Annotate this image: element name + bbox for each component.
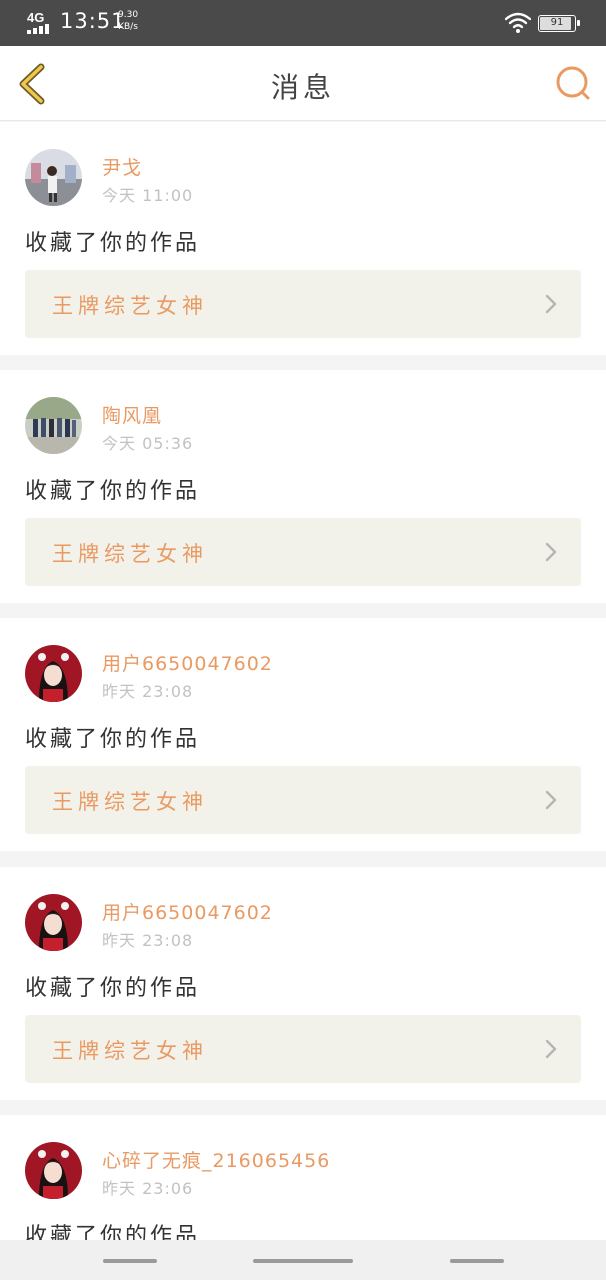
timestamp: 今天 05:36	[102, 434, 194, 453]
work-link[interactable]: 王牌综艺女神	[25, 766, 581, 834]
nav-home-handle[interactable]	[253, 1259, 353, 1263]
timestamp: 今天 11:00	[102, 186, 194, 205]
wifi-icon	[505, 12, 531, 33]
action-text: 收藏了你的作品	[25, 231, 201, 256]
work-title: 王牌综艺女神	[52, 294, 208, 318]
avatar[interactable]	[25, 397, 82, 454]
message-item: 用户6650047602 昨天 23:08 收藏了你的作品 王牌综艺女神	[0, 618, 606, 851]
timestamp: 昨天 23:08	[102, 682, 194, 701]
system-nav-bar	[0, 1240, 606, 1280]
username[interactable]: 陶风凰	[102, 401, 162, 428]
message-item: 用户6650047602 昨天 23:08 收藏了你的作品 王牌综艺女神	[0, 867, 606, 1100]
username[interactable]: 用户6650047602	[102, 649, 273, 676]
clock: 13:51	[60, 9, 126, 33]
work-link[interactable]: 王牌综艺女神	[25, 518, 581, 586]
action-text: 收藏了你的作品	[25, 727, 201, 752]
timestamp: 昨天 23:08	[102, 931, 194, 950]
message-item: 心碎了无痕_216065456 昨天 23:06 收藏了你的作品	[0, 1115, 606, 1240]
message-item: 陶风凰 今天 05:36 收藏了你的作品 王牌综艺女神	[0, 370, 606, 603]
chevron-right-icon	[545, 294, 557, 314]
action-text: 收藏了你的作品	[25, 1224, 201, 1240]
username[interactable]: 心碎了无痕_216065456	[102, 1146, 330, 1173]
header: 消息	[0, 46, 606, 121]
avatar[interactable]	[25, 149, 82, 206]
nav-back-handle[interactable]	[450, 1259, 504, 1263]
chevron-right-icon	[545, 1039, 557, 1059]
username[interactable]: 尹戈	[102, 153, 142, 180]
message-item: 尹戈 今天 11:00 收藏了你的作品 王牌综艺女神	[0, 122, 606, 355]
avatar[interactable]	[25, 645, 82, 702]
battery-level: 91	[550, 17, 564, 28]
username[interactable]: 用户6650047602	[102, 898, 273, 925]
action-text: 收藏了你的作品	[25, 479, 201, 504]
search-icon[interactable]	[554, 64, 592, 102]
chevron-right-icon	[545, 542, 557, 562]
chevron-right-icon	[545, 790, 557, 810]
work-title: 王牌综艺女神	[52, 542, 208, 566]
action-text: 收藏了你的作品	[25, 976, 201, 1001]
timestamp: 昨天 23:06	[102, 1179, 194, 1198]
work-link[interactable]: 王牌综艺女神	[25, 270, 581, 338]
network-type: 4G	[27, 10, 45, 25]
nav-menu-handle[interactable]	[103, 1259, 157, 1263]
avatar[interactable]	[25, 1142, 82, 1199]
work-title: 王牌综艺女神	[52, 1039, 208, 1063]
battery-icon: 91	[538, 15, 580, 32]
signal-icon	[27, 24, 53, 34]
work-title: 王牌综艺女神	[52, 790, 208, 814]
page-title: 消息	[270, 71, 335, 104]
status-bar: 4G 13:51 9.30 KB/s 91	[0, 0, 606, 46]
work-link[interactable]: 王牌综艺女神	[25, 1015, 581, 1083]
network-speed: 9.30 KB/s	[118, 10, 139, 32]
avatar[interactable]	[25, 894, 82, 951]
